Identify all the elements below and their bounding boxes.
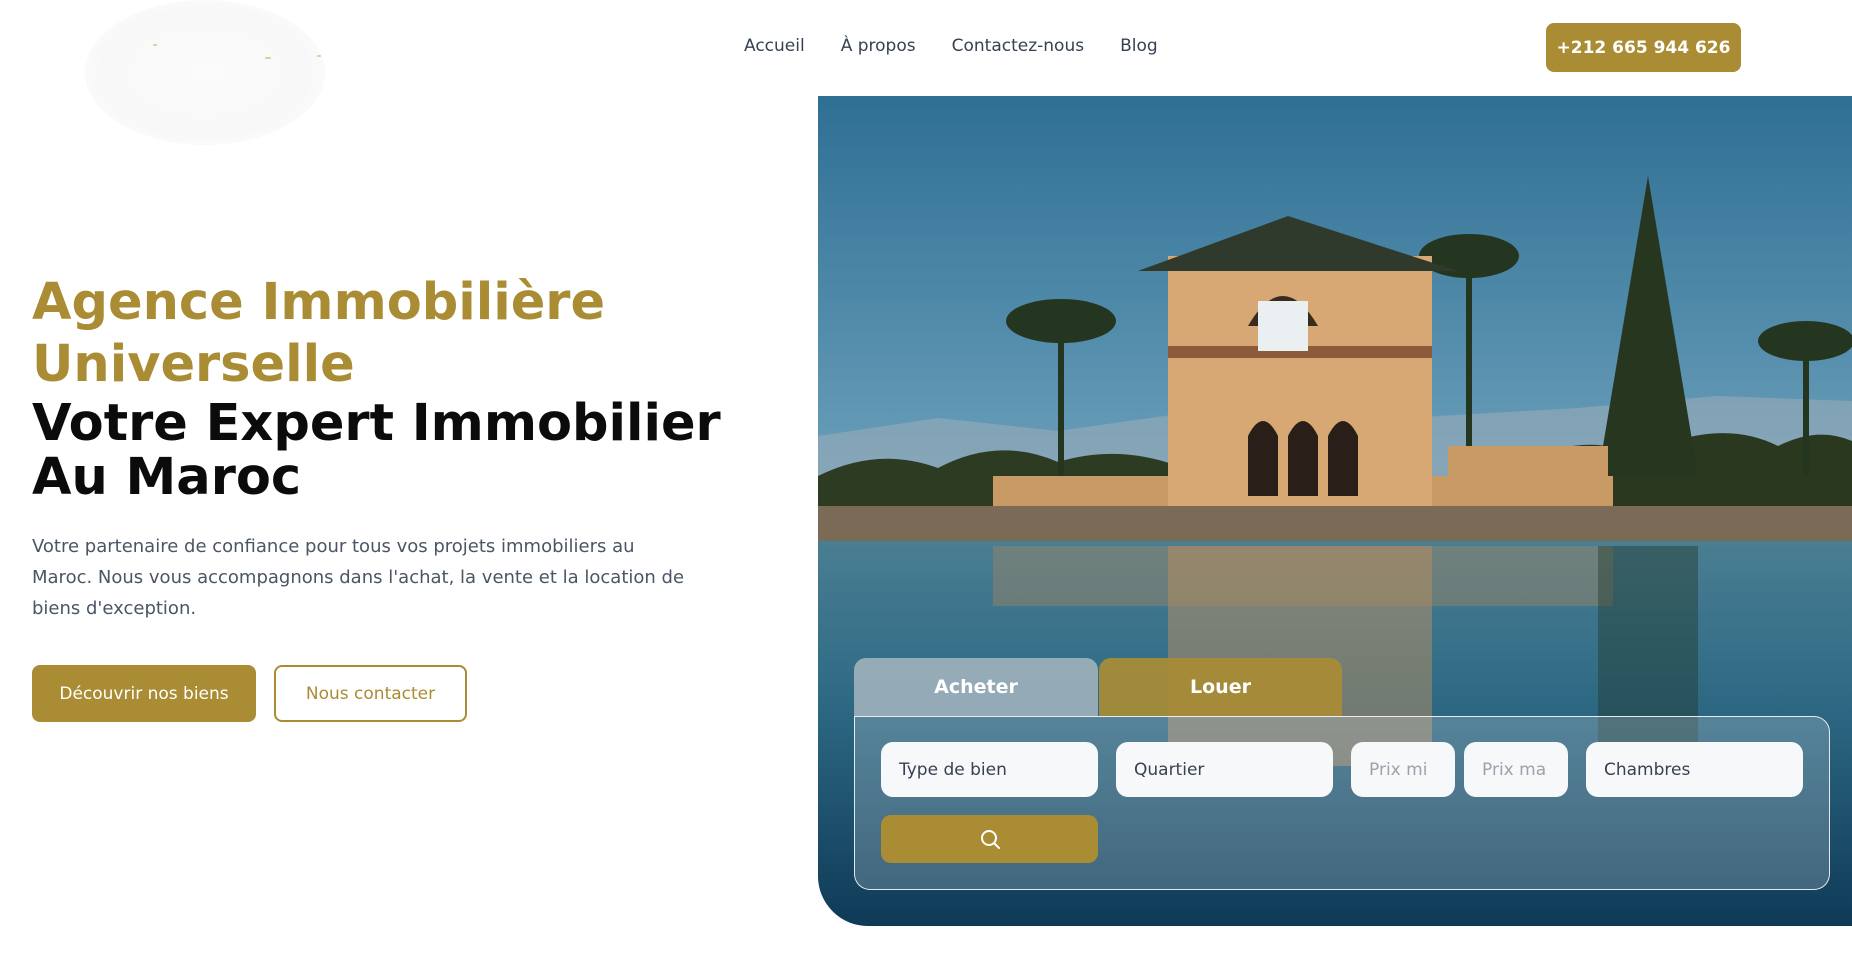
- main-nav: Accueil À propos Contactez-nous Blog: [744, 36, 1158, 56]
- tab-buy[interactable]: Acheter: [854, 658, 1098, 716]
- contact-us-button[interactable]: Nous contacter: [274, 665, 467, 722]
- discover-properties-button[interactable]: Découvrir nos biens: [32, 665, 256, 722]
- price-max-input[interactable]: Prix ma: [1464, 742, 1568, 797]
- property-type-select[interactable]: Type de bien: [881, 742, 1098, 797]
- price-min-input[interactable]: Prix mi: [1351, 742, 1455, 797]
- tab-rent[interactable]: Louer: [1099, 658, 1342, 716]
- hero-subtitle: Votre Expert Immobilier Au Maroc: [32, 394, 721, 507]
- search-icon: [980, 830, 1000, 849]
- nav-link-blog[interactable]: Blog: [1120, 36, 1158, 56]
- search-button[interactable]: [881, 815, 1098, 863]
- nav-link-about[interactable]: À propos: [841, 36, 916, 56]
- logo-mark: [317, 55, 321, 57]
- logo-mark: [265, 57, 271, 59]
- logo-mark: [153, 44, 157, 46]
- logo[interactable]: [85, 0, 325, 145]
- hero-title: Agence Immobilière Universelle: [32, 273, 606, 394]
- hero-description: Votre partenaire de confiance pour tous …: [32, 536, 685, 619]
- nav-link-contact[interactable]: Contactez-nous: [952, 36, 1084, 56]
- bedrooms-select[interactable]: Chambres: [1586, 742, 1803, 797]
- phone-button[interactable]: +212 665 944 626: [1546, 23, 1741, 72]
- nav-link-home[interactable]: Accueil: [744, 36, 805, 56]
- district-select[interactable]: Quartier: [1116, 742, 1333, 797]
